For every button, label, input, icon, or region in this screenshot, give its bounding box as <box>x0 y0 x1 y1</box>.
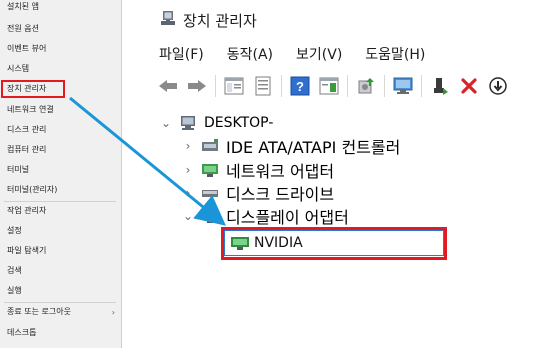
quick-link-menu: 설치된 앱 전원 옵션 이벤트 뷰어 시스템 장치 관리자 네트워크 연결 디스… <box>0 0 122 348</box>
highlight-box-device-manager <box>1 80 65 98</box>
highlight-box-nvidia <box>221 227 447 260</box>
menu-item-computer-management[interactable]: 컴퓨터 관리 <box>7 143 46 157</box>
computer-icon <box>179 115 197 131</box>
menu-item-search[interactable]: 검색 <box>7 264 22 278</box>
menu-item-shutdown-signout[interactable]: 종료 또는 로그아웃 <box>7 305 71 319</box>
svg-text:?: ? <box>296 79 304 94</box>
toolbar: ? <box>157 72 516 100</box>
show-hide-console-tree-icon[interactable] <box>223 75 245 97</box>
menu-item-installed-apps[interactable]: 설치된 앱 <box>7 0 39 14</box>
toolbar-separator <box>347 75 348 97</box>
chevron-down-icon[interactable]: ⌄ <box>181 209 195 223</box>
device-manager-app-icon <box>159 9 177 31</box>
window-gap <box>123 0 131 348</box>
tree-label-display-adapters: 디스플레이 어댑터 <box>226 208 349 227</box>
menu-item-desktop[interactable]: 데스크톱 <box>7 326 36 340</box>
menu-file[interactable]: 파일(F) <box>159 44 204 64</box>
menu-separator <box>4 201 116 202</box>
help-icon[interactable]: ? <box>289 75 311 97</box>
forward-arrow-icon[interactable] <box>186 75 208 97</box>
toolbar-separator <box>281 75 282 97</box>
tree-root-computer[interactable]: ⌄ DESKTOP- <box>159 113 273 133</box>
menu-item-system[interactable]: 시스템 <box>7 62 29 76</box>
disk-drive-icon <box>201 185 219 201</box>
chevron-right-icon[interactable]: › <box>181 139 195 153</box>
display-adapter-icon <box>201 208 219 224</box>
menu-item-terminal-admin[interactable]: 터미널(관리자) <box>7 183 57 197</box>
menu-separator <box>4 302 116 303</box>
tree-node-display-adapters[interactable]: ⌄ 디스플레이 어댑터 <box>181 206 349 227</box>
scan-hardware-icon[interactable] <box>392 75 414 97</box>
properties-icon[interactable] <box>252 75 274 97</box>
menu-item-disk-management[interactable]: 디스크 관리 <box>7 123 46 137</box>
menu-view[interactable]: 보기(V) <box>296 44 342 64</box>
network-adapter-icon <box>201 162 219 178</box>
device-manager-window: 장치 관리자 파일(F) 동작(A) 보기(V) 도움말(H) ? ⌄ DESK… <box>131 0 557 348</box>
title-bar: 장치 관리자 <box>159 10 257 30</box>
menu-item-file-explorer[interactable]: 파일 탐색기 <box>7 244 46 258</box>
menu-item-task-manager[interactable]: 작업 관리자 <box>7 204 46 218</box>
tree-node-disk-drives[interactable]: › 디스크 드라이브 <box>181 183 335 204</box>
tree-label-ide-ata: IDE ATA/ATAPI 컨트롤러 <box>226 138 401 157</box>
toolbar-separator <box>215 75 216 97</box>
tree-node-network-adapters[interactable]: › 네트워크 어댑터 <box>181 160 335 181</box>
action-pane-icon[interactable] <box>318 75 340 97</box>
tree-label-disk-drives: 디스크 드라이브 <box>226 185 335 204</box>
chevron-down-icon[interactable]: ⌄ <box>159 116 173 130</box>
chevron-right-icon[interactable]: › <box>181 163 195 177</box>
submenu-chevron-icon: › <box>111 308 115 317</box>
window-title: 장치 관리자 <box>183 11 257 30</box>
uninstall-device-icon[interactable] <box>458 75 480 97</box>
menu-item-terminal[interactable]: 터미널 <box>7 163 29 177</box>
update-driver-icon[interactable] <box>355 75 377 97</box>
menu-action[interactable]: 동작(A) <box>227 44 273 64</box>
back-arrow-icon[interactable] <box>157 75 179 97</box>
chevron-right-icon[interactable]: › <box>181 186 195 200</box>
menu-item-event-viewer[interactable]: 이벤트 뷰어 <box>7 42 46 56</box>
menu-item-settings[interactable]: 설정 <box>7 224 22 238</box>
menu-item-network-connections[interactable]: 네트워크 연결 <box>7 103 54 117</box>
ide-controller-icon <box>201 138 219 154</box>
toolbar-separator <box>384 75 385 97</box>
enable-device-icon[interactable] <box>429 75 451 97</box>
menu-bar: 파일(F) 동작(A) 보기(V) 도움말(H) <box>159 44 448 64</box>
menu-item-run[interactable]: 실행 <box>7 284 22 298</box>
computer-name: DESKTOP- <box>204 115 274 131</box>
disable-device-icon[interactable] <box>487 75 509 97</box>
toolbar-separator <box>421 75 422 97</box>
tree-node-ide-ata[interactable]: › IDE ATA/ATAPI 컨트롤러 <box>181 136 401 157</box>
tree-label-network-adapters: 네트워크 어댑터 <box>226 162 335 181</box>
menu-item-power-options[interactable]: 전원 옵션 <box>7 22 39 36</box>
menu-help[interactable]: 도움말(H) <box>365 44 425 64</box>
